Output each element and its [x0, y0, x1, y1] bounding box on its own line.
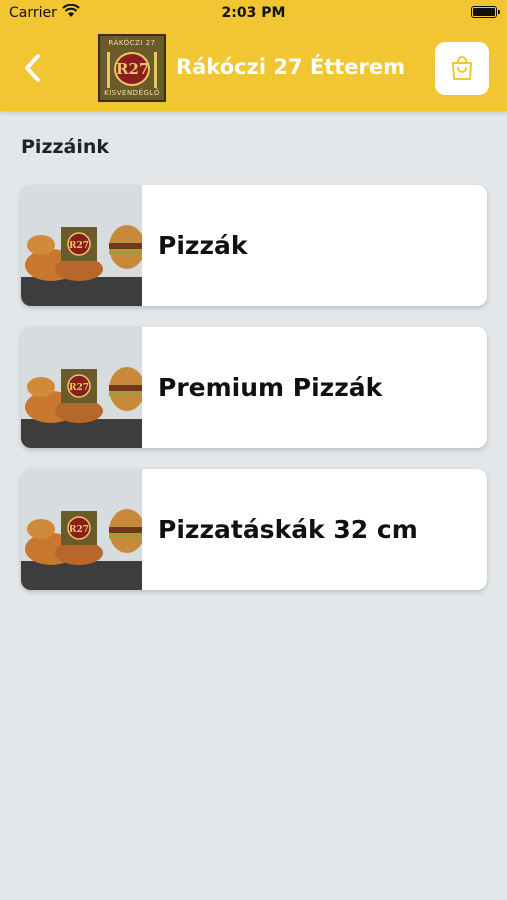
category-image: R27 — [21, 469, 142, 590]
svg-text:R27: R27 — [69, 241, 89, 251]
fork-icon — [107, 52, 110, 88]
category-image: R27 — [21, 185, 142, 306]
restaurant-logo: RÁKÓCZI 27 R27 KISVENDÉGLŐ — [98, 34, 166, 102]
knife-icon — [154, 52, 157, 88]
category-card[interactable]: R27 Pizzatáskák 32 cm — [21, 469, 487, 590]
shopping-bag-icon — [452, 56, 472, 80]
status-bar: Carrier 2:03 PM — [0, 0, 507, 25]
cart-button[interactable] — [435, 42, 489, 95]
logo-mark: R27 — [114, 52, 150, 86]
section-title: Pizzáink — [21, 136, 110, 158]
back-button[interactable] — [18, 51, 48, 85]
category-image: R27 — [21, 327, 142, 448]
chevron-left-icon — [25, 54, 40, 82]
battery-icon — [471, 6, 500, 18]
category-card[interactable]: R27 Premium Pizzák — [21, 327, 487, 448]
category-label: Pizzatáskák 32 cm — [158, 515, 418, 544]
category-label: Pizzák — [158, 231, 248, 260]
svg-text:R27: R27 — [69, 525, 89, 535]
category-label: Premium Pizzák — [158, 373, 383, 402]
page-title: Rákóczi 27 Étterem — [176, 55, 406, 79]
svg-text:R27: R27 — [69, 383, 89, 393]
clock: 2:03 PM — [221, 5, 286, 21]
category-card[interactable]: R27 Pizzák — [21, 185, 487, 306]
header: RÁKÓCZI 27 R27 KISVENDÉGLŐ Rákóczi 27 Ét… — [0, 25, 507, 111]
